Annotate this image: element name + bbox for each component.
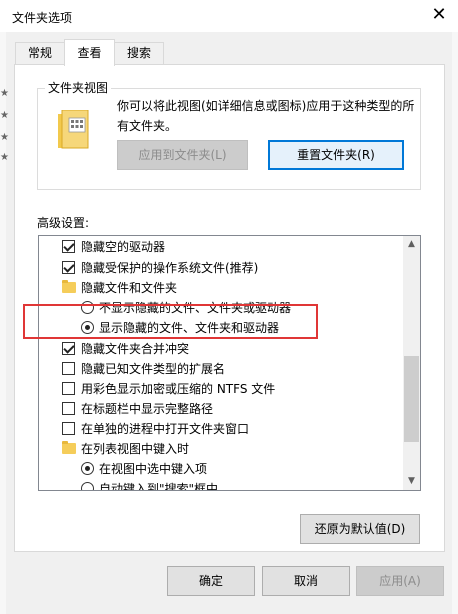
pin-icon: ★ bbox=[0, 132, 9, 143]
list-item-label: 自动键入到"搜索"框中 bbox=[99, 482, 219, 491]
list-item[interactable]: 隐藏空的驱动器 bbox=[39, 237, 405, 257]
background-window-right bbox=[452, 32, 458, 614]
checkbox[interactable] bbox=[62, 342, 75, 355]
close-icon[interactable]: ✕ bbox=[420, 0, 458, 32]
pin-icon: ★ bbox=[0, 152, 9, 163]
list-item-label: 在标题栏中显示完整路径 bbox=[81, 402, 214, 416]
checkbox[interactable] bbox=[62, 402, 75, 415]
radio-button[interactable] bbox=[81, 482, 94, 490]
list-item[interactable]: 隐藏文件夹合并冲突 bbox=[39, 339, 405, 359]
list-item[interactable]: 在视图中选中键入项 bbox=[39, 459, 405, 479]
checkbox[interactable] bbox=[62, 382, 75, 395]
pin-icon: ★ bbox=[0, 88, 9, 99]
list-item[interactable]: 隐藏受保护的操作系统文件(推荐) bbox=[39, 258, 405, 278]
folder-icon bbox=[62, 441, 76, 454]
list-item: 隐藏文件和文件夹 bbox=[39, 278, 405, 298]
list-item: 在列表视图中键入时 bbox=[39, 439, 405, 459]
apply-to-folders-button[interactable]: 应用到文件夹(L) bbox=[117, 140, 248, 170]
list-item-label: 在列表视图中键入时 bbox=[81, 442, 190, 456]
folder-icon bbox=[62, 280, 76, 293]
folder-views-title: 文件夹视图 bbox=[45, 79, 112, 96]
window-title: 文件夹选项 bbox=[12, 11, 73, 25]
list-item[interactable]: 用彩色显示加密或压缩的 NTFS 文件 bbox=[39, 379, 405, 399]
list-item-label: 隐藏文件夹合并冲突 bbox=[81, 342, 190, 356]
checkbox[interactable] bbox=[62, 240, 75, 253]
list-item-label: 用彩色显示加密或压缩的 NTFS 文件 bbox=[81, 382, 276, 396]
checkbox[interactable] bbox=[62, 362, 75, 375]
checkbox[interactable] bbox=[62, 422, 75, 435]
list-item[interactable]: 在单独的进程中打开文件夹窗口 bbox=[39, 419, 405, 439]
pin-icon: ★ bbox=[0, 110, 9, 121]
ok-button[interactable]: 确定 bbox=[167, 566, 255, 596]
checkbox[interactable] bbox=[62, 261, 75, 274]
advanced-settings-label: 高级设置: bbox=[37, 216, 90, 230]
cancel-button[interactable]: 取消 bbox=[262, 566, 350, 596]
scrollbar-thumb[interactable] bbox=[404, 356, 419, 442]
restore-defaults-button[interactable]: 还原为默认值(D) bbox=[300, 514, 420, 544]
list-item-label: 隐藏受保护的操作系统文件(推荐) bbox=[81, 261, 259, 275]
folder-views-description: 你可以将此视图(如详细信息或图标)应用于这种类型的所有文件夹。 bbox=[117, 99, 415, 133]
list-item-label: 隐藏已知文件类型的扩展名 bbox=[81, 362, 226, 376]
list-item-label: 在视图中选中键入项 bbox=[99, 462, 208, 476]
highlight-box bbox=[23, 304, 318, 339]
tab-search[interactable]: 搜索 bbox=[114, 42, 164, 64]
reset-folders-button[interactable]: 重置文件夹(R) bbox=[268, 140, 404, 170]
list-item-label: 隐藏文件和文件夹 bbox=[81, 281, 178, 295]
radio-button[interactable] bbox=[81, 462, 94, 475]
list-item-label: 在单独的进程中打开文件夹窗口 bbox=[81, 422, 250, 436]
scroll-down-icon[interactable]: ▼ bbox=[403, 473, 420, 490]
list-item[interactable]: 自动键入到"搜索"框中 bbox=[39, 479, 405, 491]
list-item[interactable]: 隐藏已知文件类型的扩展名 bbox=[39, 359, 405, 379]
folder-view-icon bbox=[58, 110, 89, 149]
advanced-settings-list[interactable]: 隐藏空的驱动器 隐藏受保护的操作系统文件(推荐) 隐藏文件和文件夹 不显示隐藏的… bbox=[38, 235, 421, 491]
list-item[interactable]: 在标题栏中显示完整路径 bbox=[39, 399, 405, 419]
scroll-up-icon[interactable]: ▲ bbox=[403, 236, 420, 253]
background-window-left: ★ ★ ★ ★ bbox=[0, 32, 9, 614]
list-item-label: 隐藏空的驱动器 bbox=[81, 240, 166, 254]
tab-general[interactable]: 常规 bbox=[15, 42, 65, 64]
apply-button[interactable]: 应用(A) bbox=[356, 566, 444, 596]
tab-view[interactable]: 查看 bbox=[64, 39, 115, 66]
